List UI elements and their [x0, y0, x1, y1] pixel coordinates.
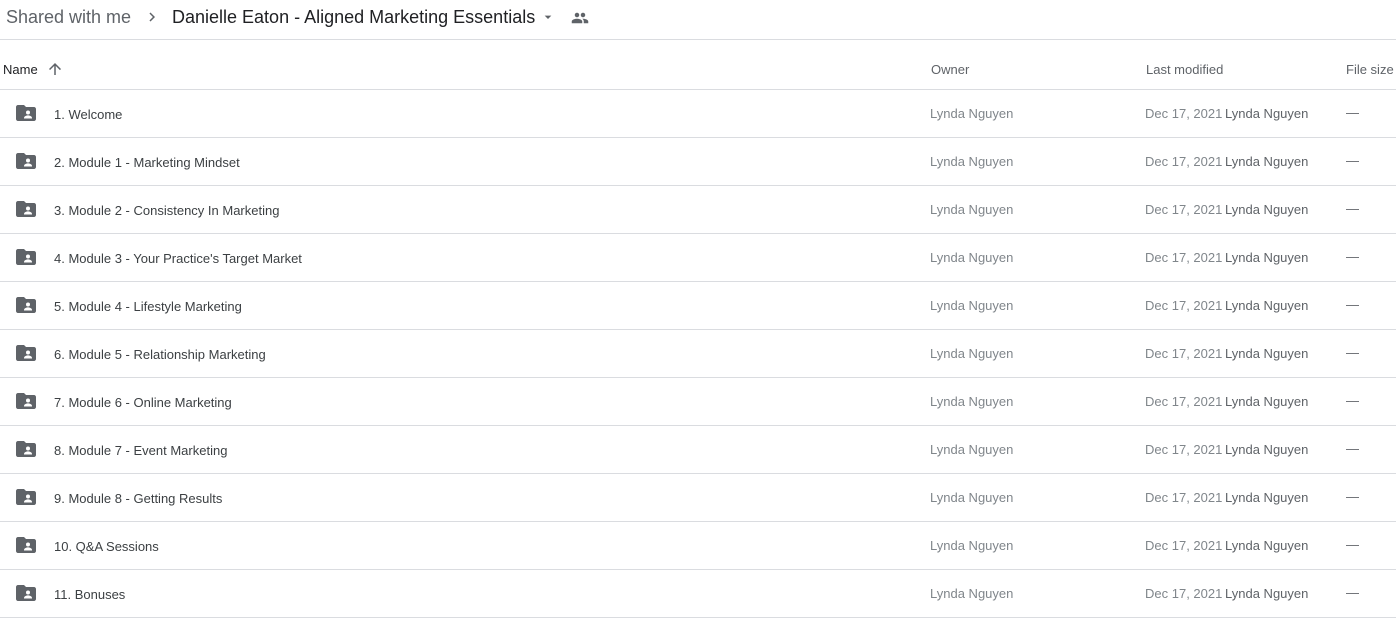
- file-row[interactable]: 5. Module 4 - Lifestyle Marketing Lynda …: [0, 282, 1396, 330]
- modified-date: Dec 17, 2021: [1145, 394, 1223, 409]
- file-name[interactable]: 2. Module 1 - Marketing Mindset: [54, 155, 240, 170]
- file-row[interactable]: 2. Module 1 - Marketing Mindset Lynda Ng…: [0, 138, 1396, 186]
- file-owner: Lynda Nguyen: [930, 106, 1014, 121]
- modified-date: Dec 17, 2021: [1145, 298, 1223, 313]
- shared-folder-icon: [16, 201, 36, 217]
- modified-by: Lynda Nguyen: [1225, 346, 1309, 361]
- modified-date: Dec 17, 2021: [1145, 490, 1223, 505]
- file-row[interactable]: 4. Module 3 - Your Practice's Target Mar…: [0, 234, 1396, 282]
- file-size: —: [1346, 441, 1359, 456]
- shared-folder-icon: [16, 489, 36, 505]
- shared-folder-icon: [16, 441, 36, 457]
- breadcrumb-current-folder[interactable]: Danielle Eaton - Aligned Marketing Essen…: [172, 5, 535, 29]
- modified-date: Dec 17, 2021: [1145, 346, 1223, 361]
- file-name[interactable]: 10. Q&A Sessions: [54, 539, 159, 554]
- modified-date: Dec 17, 2021: [1145, 538, 1223, 553]
- column-header-owner[interactable]: Owner: [931, 62, 969, 77]
- file-row[interactable]: 6. Module 5 - Relationship Marketing Lyn…: [0, 330, 1396, 378]
- file-name[interactable]: 7. Module 6 - Online Marketing: [54, 395, 232, 410]
- breadcrumb-shared-with-me[interactable]: Shared with me: [6, 5, 131, 29]
- modified-date: Dec 17, 2021: [1145, 442, 1223, 457]
- file-owner: Lynda Nguyen: [930, 394, 1014, 409]
- caret-down-icon[interactable]: [540, 8, 556, 26]
- file-list: 1. Welcome Lynda Nguyen Dec 17, 2021 Lyn…: [0, 90, 1396, 618]
- file-owner: Lynda Nguyen: [930, 202, 1014, 217]
- file-size: —: [1346, 153, 1359, 168]
- file-name[interactable]: 5. Module 4 - Lifestyle Marketing: [54, 299, 242, 314]
- shared-people-icon[interactable]: [570, 9, 590, 27]
- file-size: —: [1346, 537, 1359, 552]
- file-owner: Lynda Nguyen: [930, 490, 1014, 505]
- file-name[interactable]: 8. Module 7 - Event Marketing: [54, 443, 227, 458]
- shared-folder-icon: [16, 345, 36, 361]
- breadcrumb-bar: Shared with me Danielle Eaton - Aligned …: [0, 0, 1396, 40]
- modified-date: Dec 17, 2021: [1145, 250, 1223, 265]
- file-row[interactable]: 11. Bonuses Lynda Nguyen Dec 17, 2021 Ly…: [0, 570, 1396, 618]
- file-row[interactable]: 7. Module 6 - Online Marketing Lynda Ngu…: [0, 378, 1396, 426]
- modified-by: Lynda Nguyen: [1225, 538, 1309, 553]
- file-row[interactable]: 3. Module 2 - Consistency In Marketing L…: [0, 186, 1396, 234]
- file-name[interactable]: 1. Welcome: [54, 107, 122, 122]
- file-list-header: Name Owner Last modified File size: [0, 40, 1396, 90]
- file-size: —: [1346, 105, 1359, 120]
- shared-folder-icon: [16, 153, 36, 169]
- modified-by: Lynda Nguyen: [1225, 202, 1309, 217]
- chevron-right-icon: [149, 12, 155, 22]
- shared-folder-icon: [16, 249, 36, 265]
- file-row[interactable]: 9. Module 8 - Getting Results Lynda Nguy…: [0, 474, 1396, 522]
- modified-date: Dec 17, 2021: [1145, 586, 1223, 601]
- file-size: —: [1346, 345, 1359, 360]
- shared-folder-icon: [16, 393, 36, 409]
- column-header-name[interactable]: Name: [3, 62, 38, 77]
- shared-folder-icon: [16, 585, 36, 601]
- modified-date: Dec 17, 2021: [1145, 202, 1223, 217]
- file-name[interactable]: 11. Bonuses: [54, 587, 125, 602]
- modified-by: Lynda Nguyen: [1225, 154, 1309, 169]
- modified-date: Dec 17, 2021: [1145, 154, 1223, 169]
- modified-by: Lynda Nguyen: [1225, 298, 1309, 313]
- modified-by: Lynda Nguyen: [1225, 490, 1309, 505]
- file-size: —: [1346, 393, 1359, 408]
- modified-by: Lynda Nguyen: [1225, 250, 1309, 265]
- column-header-file-size[interactable]: File size: [1346, 62, 1394, 77]
- file-size: —: [1346, 201, 1359, 216]
- file-size: —: [1346, 489, 1359, 504]
- file-owner: Lynda Nguyen: [930, 586, 1014, 601]
- arrow-up-icon[interactable]: [46, 60, 64, 78]
- file-name[interactable]: 4. Module 3 - Your Practice's Target Mar…: [54, 251, 302, 266]
- file-name[interactable]: 6. Module 5 - Relationship Marketing: [54, 347, 266, 362]
- modified-by: Lynda Nguyen: [1225, 394, 1309, 409]
- file-owner: Lynda Nguyen: [930, 298, 1014, 313]
- file-owner: Lynda Nguyen: [930, 442, 1014, 457]
- file-size: —: [1346, 585, 1359, 600]
- file-row[interactable]: 1. Welcome Lynda Nguyen Dec 17, 2021 Lyn…: [0, 90, 1396, 138]
- file-row[interactable]: 8. Module 7 - Event Marketing Lynda Nguy…: [0, 426, 1396, 474]
- file-owner: Lynda Nguyen: [930, 538, 1014, 553]
- file-owner: Lynda Nguyen: [930, 154, 1014, 169]
- modified-date: Dec 17, 2021: [1145, 106, 1223, 121]
- file-owner: Lynda Nguyen: [930, 346, 1014, 361]
- shared-folder-icon: [16, 537, 36, 553]
- modified-by: Lynda Nguyen: [1225, 586, 1309, 601]
- file-name[interactable]: 3. Module 2 - Consistency In Marketing: [54, 203, 279, 218]
- column-header-last-modified[interactable]: Last modified: [1146, 62, 1223, 77]
- file-size: —: [1346, 249, 1359, 264]
- modified-by: Lynda Nguyen: [1225, 442, 1309, 457]
- file-row[interactable]: 10. Q&A Sessions Lynda Nguyen Dec 17, 20…: [0, 522, 1396, 570]
- shared-folder-icon: [16, 105, 36, 121]
- file-size: —: [1346, 297, 1359, 312]
- shared-folder-icon: [16, 297, 36, 313]
- file-name[interactable]: 9. Module 8 - Getting Results: [54, 491, 222, 506]
- file-owner: Lynda Nguyen: [930, 250, 1014, 265]
- modified-by: Lynda Nguyen: [1225, 106, 1309, 121]
